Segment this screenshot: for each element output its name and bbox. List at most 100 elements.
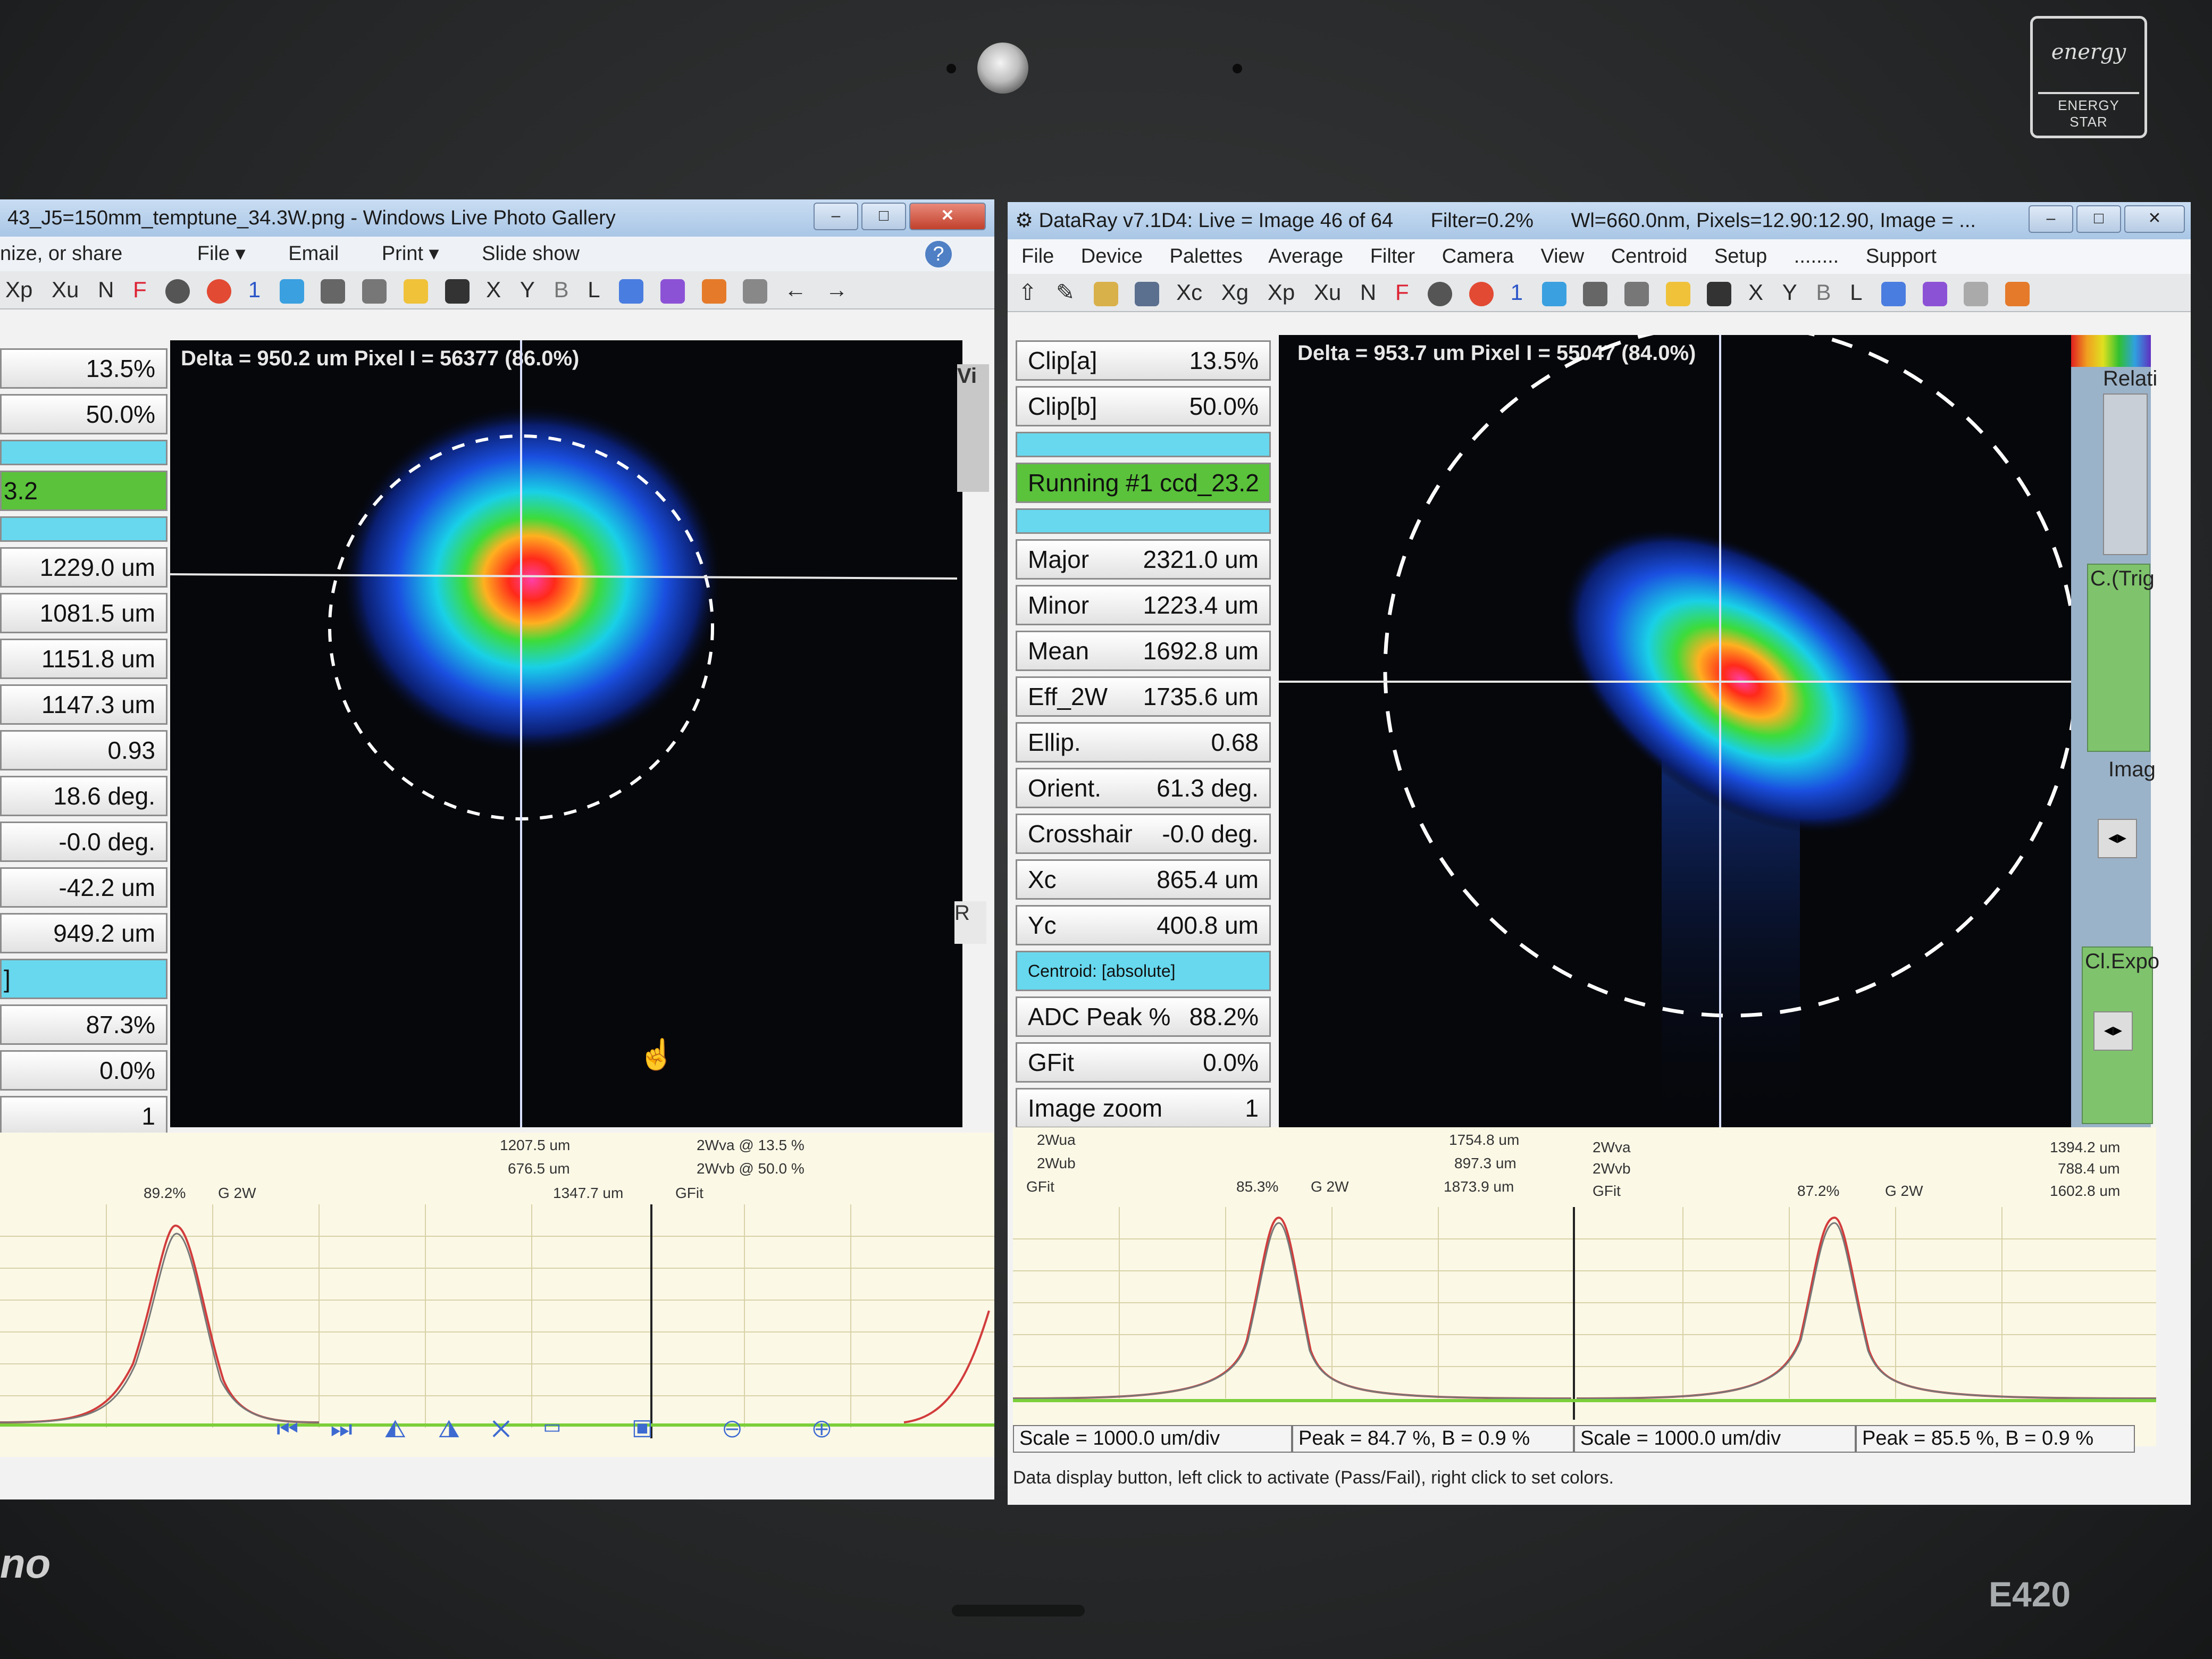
menu-email[interactable]: Email <box>288 242 339 265</box>
peak-right[interactable]: Peak = 85.5 %, B = 0.9 % <box>1856 1425 2135 1453</box>
left-result-cell[interactable]: 87.3% <box>0 1004 167 1045</box>
pencil-icon[interactable]: ✎ <box>1056 274 1075 311</box>
scale-right[interactable]: Scale = 1000.0 um/div <box>1574 1425 1856 1453</box>
left-result-cell[interactable]: 949.2 um <box>0 913 167 953</box>
dataray-result-cell[interactable]: Minor 1223.4 um <box>1016 585 1271 625</box>
r-icon[interactable] <box>1541 281 1566 306</box>
r-icon[interactable] <box>279 279 304 304</box>
left-result-cell[interactable]: 1151.8 um <box>0 639 167 679</box>
menu-file[interactable]: File <box>1021 245 1054 267</box>
help-icon[interactable]: ? <box>925 241 952 267</box>
up-arrow-icon[interactable]: ⇧ <box>1018 274 1037 311</box>
dataray-result-cell[interactable]: Clip[a] 13.5% <box>1016 340 1271 381</box>
dataray-result-cell[interactable]: Yc 400.8 um <box>1016 905 1271 945</box>
menu-organize[interactable]: nize, or share <box>0 242 122 265</box>
left-beam-image[interactable]: Delta = 950.2 um Pixel I = 56377 (86.0%) <box>170 340 962 1127</box>
menu-filter[interactable]: Filter <box>1370 245 1415 267</box>
gallery-nav-controls[interactable]: ⏮⏭◭◮✕▭ ▣ ⊖ ⊕ <box>276 1414 863 1444</box>
stop-icon[interactable] <box>1469 281 1494 306</box>
trigger-panel[interactable]: C.(Trig <box>2087 564 2155 752</box>
h-icon[interactable] <box>1881 281 1906 306</box>
cc-icon[interactable] <box>701 279 726 304</box>
palette-icon[interactable] <box>1665 281 1690 306</box>
square-icon[interactable] <box>445 279 470 304</box>
circle-icon[interactable] <box>165 279 190 304</box>
exposure-panel[interactable]: Cl.Expo ◂▸ <box>2082 946 2159 1124</box>
h-icon[interactable] <box>619 279 644 304</box>
circle-icon[interactable] <box>1428 281 1453 306</box>
palette-icon[interactable] <box>403 279 428 304</box>
dataray-close-button[interactable]: ✕ <box>2124 205 2185 233</box>
unlock-icon[interactable] <box>1624 281 1649 306</box>
tool-y[interactable]: Y <box>520 271 535 308</box>
m-icon[interactable] <box>1922 281 1947 306</box>
menu-centroid[interactable]: Centroid <box>1611 245 1688 267</box>
left-result-cell[interactable]: 3.2 <box>0 471 167 511</box>
dataray-result-cell[interactable]: Major 2321.0 um <box>1016 539 1271 580</box>
tool-x[interactable]: X <box>486 271 501 308</box>
dataray-result-cell[interactable]: Ellip. 0.68 <box>1016 722 1271 763</box>
dataray-result-cell[interactable]: Mean 1692.8 um <box>1016 631 1271 671</box>
unlock-icon[interactable] <box>362 279 387 304</box>
tool-xg[interactable]: Xg <box>1221 274 1249 311</box>
left-result-cell[interactable]: 1 <box>0 1096 167 1136</box>
dataray-result-cell[interactable]: Orient. 61.3 deg. <box>1016 768 1271 808</box>
tool-xu[interactable]: Xu <box>52 271 79 308</box>
image-stepper[interactable]: ◂▸ <box>2098 819 2137 858</box>
dataray-beam-image[interactable]: Delta = 953.7 um Pixel I = 55047 (84.0%) <box>1279 335 2074 1133</box>
left-result-cell[interactable]: 18.6 deg. <box>0 776 167 816</box>
left-result-cell[interactable]: -42.2 um <box>0 867 167 908</box>
menu-slideshow[interactable]: Slide show <box>482 242 580 265</box>
dataray-result-cell[interactable]: Crosshair -0.0 deg. <box>1016 814 1271 854</box>
menu-support[interactable]: Support <box>1866 245 1937 267</box>
dataray-result-cell[interactable]: Image zoom 1 <box>1016 1088 1271 1128</box>
left-result-cell[interactable]: ] <box>0 959 167 999</box>
tool-xp[interactable]: Xp <box>1268 274 1295 311</box>
left-result-cell[interactable]: 1081.5 um <box>0 593 167 633</box>
tool-b[interactable]: B <box>554 271 569 308</box>
left-result-cell[interactable]: 0.93 <box>0 730 167 770</box>
tool-y[interactable]: Y <box>1782 274 1797 311</box>
cc-icon[interactable] <box>2005 281 2030 306</box>
dataray-titlebar[interactable]: ⚙ DataRay v7.1D4: Live = Image 46 of 64 … <box>1008 202 2191 239</box>
tool-l[interactable]: L <box>588 271 600 308</box>
stop-icon[interactable] <box>207 279 232 304</box>
scale-left[interactable]: Scale = 1000.0 um/div <box>1013 1425 1292 1453</box>
left-result-cell[interactable]: -0.0 deg. <box>0 822 167 862</box>
save-icon[interactable] <box>1135 281 1160 306</box>
dataray-result-cell[interactable]: Eff_2W 1735.6 um <box>1016 676 1271 717</box>
dataray-result-cell[interactable]: Centroid: [absolute] <box>1016 951 1271 991</box>
tool-n[interactable]: N <box>1360 274 1376 311</box>
menu-setup[interactable]: Setup <box>1714 245 1767 267</box>
view-tab[interactable]: Vi <box>957 364 989 492</box>
palette-bar[interactable] <box>2071 335 2151 367</box>
lock-icon[interactable] <box>1583 281 1608 306</box>
maximize-button[interactable]: □ <box>861 203 906 230</box>
left-result-cell[interactable]: 50.0% <box>0 394 167 434</box>
dataray-result-cell[interactable]: Running #1 ccd_23.2 <box>1016 463 1271 503</box>
exposure-stepper[interactable]: ◂▸ <box>2093 1011 2133 1051</box>
menu-palettes[interactable]: Palettes <box>1170 245 1243 267</box>
tool-xp[interactable]: Xp <box>5 271 32 308</box>
left-result-cell[interactable] <box>0 516 167 542</box>
menu-view[interactable]: View <box>1540 245 1584 267</box>
dataray-result-cell[interactable] <box>1016 432 1271 457</box>
menu-average[interactable]: Average <box>1268 245 1343 267</box>
dataray-result-cell[interactable]: GFit 0.0% <box>1016 1042 1271 1083</box>
menu-device[interactable]: Device <box>1081 245 1143 267</box>
tool-xc[interactable]: Xc <box>1176 274 1202 311</box>
tool-one[interactable]: 1 <box>248 271 261 308</box>
left-result-cell[interactable]: 1147.3 um <box>0 684 167 725</box>
left-result-cell[interactable]: 0.0% <box>0 1050 167 1091</box>
relative-slider[interactable] <box>2103 393 2148 555</box>
tool-x[interactable]: X <box>1748 274 1763 311</box>
bracket-icon[interactable] <box>1964 281 1989 306</box>
dataray-result-cell[interactable]: ADC Peak % 88.2% <box>1016 996 1271 1037</box>
tool-b[interactable]: B <box>1816 274 1831 311</box>
tool-xu[interactable]: Xu <box>1314 274 1341 311</box>
dataray-result-cell[interactable]: Xc 865.4 um <box>1016 859 1271 900</box>
square-icon[interactable] <box>1707 281 1732 306</box>
dataray-result-cell[interactable] <box>1016 508 1271 534</box>
dataray-maximize-button[interactable]: □ <box>2076 205 2121 233</box>
open-folder-icon[interactable] <box>1093 281 1118 306</box>
